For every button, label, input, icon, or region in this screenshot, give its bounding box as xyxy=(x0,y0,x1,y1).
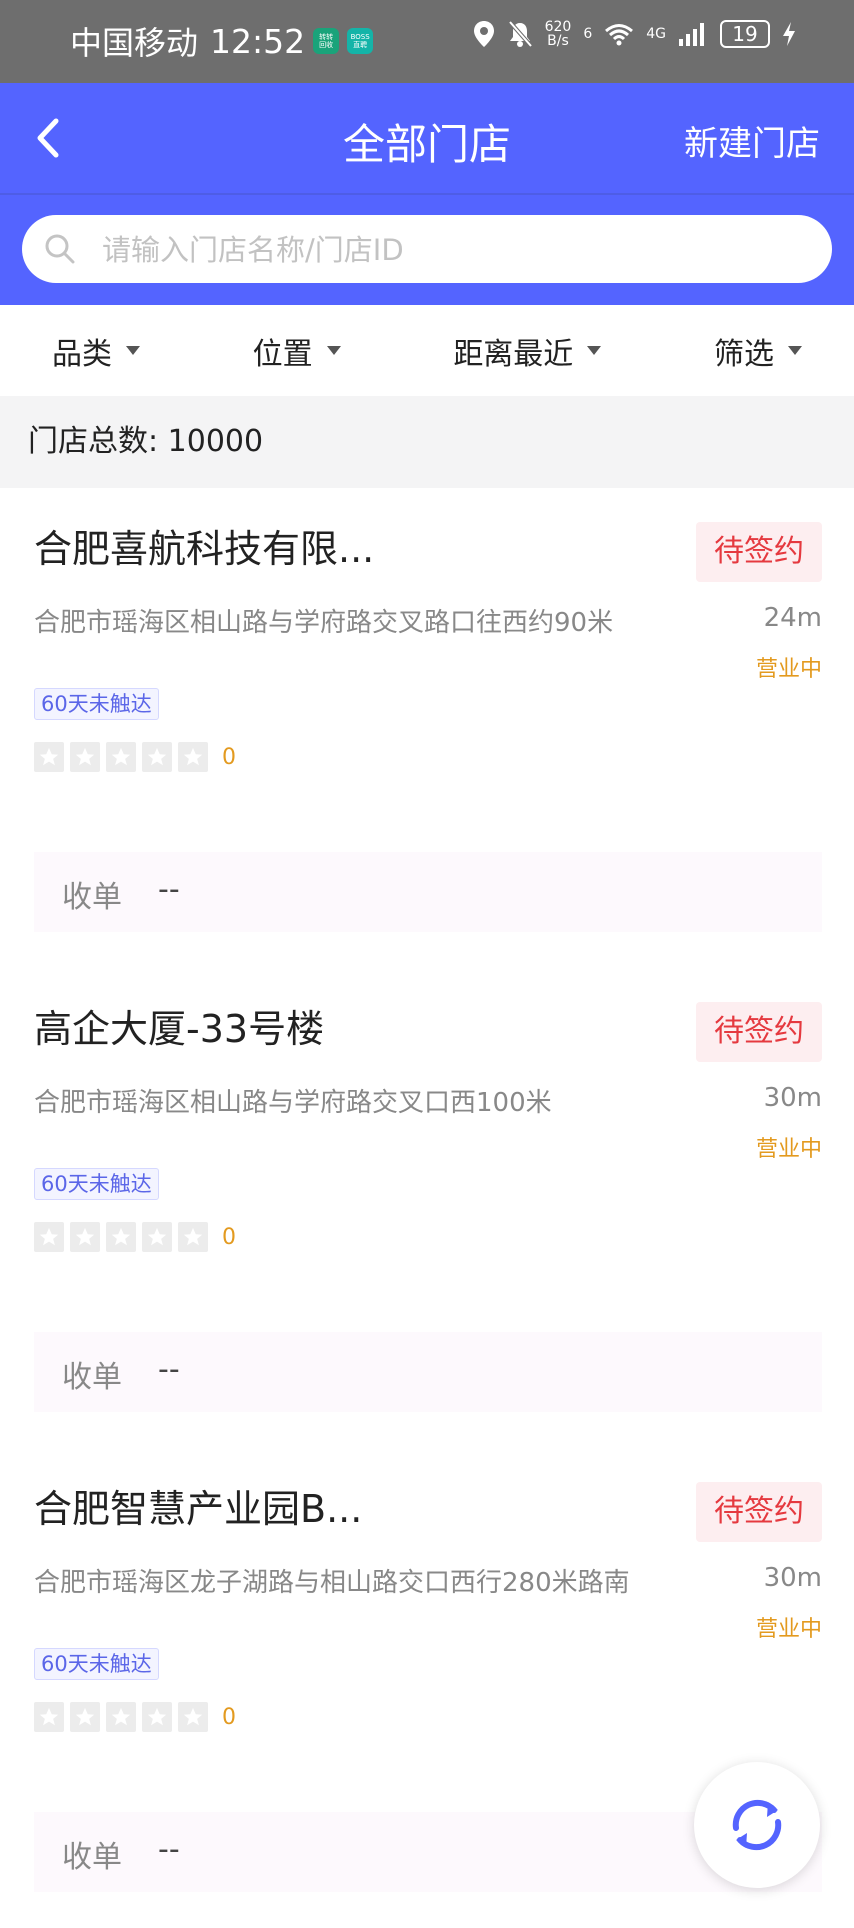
store-total-count: 门店总数: 10000 xyxy=(0,396,854,488)
star-icon xyxy=(142,1702,172,1732)
clock: 12:52 xyxy=(210,21,306,61)
status-bar-left: 中国移动 12:52 转转 回收 BOSS 直聘 xyxy=(70,18,374,64)
star-icon xyxy=(106,1222,136,1252)
network-speed-value: 620 xyxy=(544,19,572,35)
caret-down-icon xyxy=(787,346,802,355)
star-icon xyxy=(70,1702,100,1732)
status-bar-right: 620 B/s 6 4G 19 xyxy=(473,20,796,48)
business-status: 营业中 xyxy=(755,1617,822,1642)
store-address: 合肥市瑶海区相山路与学府路交叉口西100米 xyxy=(34,1088,552,1118)
signal-4g-label: 4G xyxy=(646,26,666,42)
star-rating: 0 xyxy=(34,1702,236,1732)
search-box[interactable] xyxy=(22,215,832,283)
filter-more[interactable]: 筛选 xyxy=(714,329,802,373)
store-card[interactable]: 高企大厦-33号楼 待签约 合肥市瑶海区相山路与学府路交叉口西100米 30m … xyxy=(0,968,854,1448)
untouched-tag: 60天未触达 xyxy=(34,1168,159,1200)
charging-icon xyxy=(783,22,795,46)
filter-category[interactable]: 品类 xyxy=(52,329,140,373)
star-icon xyxy=(34,1222,64,1252)
star-icon xyxy=(142,742,172,772)
star-icon xyxy=(106,1702,136,1732)
status-badge: 待签约 xyxy=(696,522,822,582)
star-icon xyxy=(106,742,136,772)
filter-distance-label: 距离最近 xyxy=(453,336,574,372)
battery-level: 19 xyxy=(732,22,758,46)
filter-distance[interactable]: 距离最近 xyxy=(453,329,602,373)
cell-signal-icon xyxy=(679,23,704,46)
star-icon xyxy=(178,1222,208,1252)
star-icon xyxy=(142,1222,172,1252)
store-distance: 24m xyxy=(763,603,822,633)
order-info: 收单 -- xyxy=(34,1332,822,1412)
star-icon xyxy=(70,742,100,772)
order-label: 收单 xyxy=(62,880,122,915)
refresh-button[interactable] xyxy=(694,1762,820,1888)
mute-bell-icon xyxy=(508,20,533,48)
boss-app-notification-icon: BOSS 直聘 xyxy=(347,28,374,54)
navigation-header: 全部门店 新建门店 xyxy=(0,83,854,195)
order-value: -- xyxy=(158,1832,180,1867)
location-icon xyxy=(473,21,494,47)
status-bar: 中国移动 12:52 转转 回收 BOSS 直聘 620 B/s 6 4G 19 xyxy=(0,0,854,83)
filter-category-label: 品类 xyxy=(52,336,112,372)
filter-bar: 品类 位置 距离最近 筛选 xyxy=(0,305,854,396)
status-badge: 待签约 xyxy=(696,1002,822,1062)
search-bar-container xyxy=(0,195,854,305)
store-address: 合肥市瑶海区相山路与学府路交叉路口往西约90米 xyxy=(34,608,614,638)
network-speed-unit: B/s xyxy=(547,33,569,49)
untouched-tag: 60天未触达 xyxy=(34,688,159,720)
app-badge-label: 转转 回收 xyxy=(319,33,334,49)
star-rating: 0 xyxy=(34,742,236,772)
battery-icon: 19 xyxy=(720,20,770,48)
filter-more-label: 筛选 xyxy=(713,336,774,372)
boss-badge-label: BOSS 直聘 xyxy=(350,33,370,49)
filter-location[interactable]: 位置 xyxy=(253,329,341,373)
store-card[interactable]: 合肥喜航科技有限... 待签约 合肥市瑶海区相山路与学府路交叉路口往西约90米 … xyxy=(0,488,854,968)
search-input[interactable] xyxy=(100,225,804,275)
rating-value: 0 xyxy=(222,1704,236,1730)
star-icon xyxy=(178,1702,208,1732)
store-distance: 30m xyxy=(763,1083,822,1113)
caret-down-icon xyxy=(126,346,140,355)
refresh-icon xyxy=(732,1799,782,1851)
star-rating: 0 xyxy=(34,1222,236,1252)
rating-value: 0 xyxy=(222,744,236,770)
business-status: 营业中 xyxy=(755,1137,822,1162)
carrier-name: 中国移动 xyxy=(70,24,199,62)
caret-down-icon xyxy=(587,346,602,355)
status-badge: 待签约 xyxy=(696,1482,822,1542)
rating-value: 0 xyxy=(222,1224,236,1250)
signal-6-label: 6 xyxy=(583,26,593,42)
star-icon xyxy=(34,742,64,772)
untouched-tag: 60天未触达 xyxy=(34,1648,159,1680)
store-address: 合肥市瑶海区龙子湖路与相山路交口西行280米路南 xyxy=(34,1568,630,1598)
search-icon xyxy=(45,234,75,264)
store-name: 合肥喜航科技有限... xyxy=(34,527,375,571)
new-store-button[interactable]: 新建门店 xyxy=(684,116,820,165)
star-icon xyxy=(70,1222,100,1252)
caret-down-icon xyxy=(326,346,341,355)
store-list: 合肥喜航科技有限... 待签约 合肥市瑶海区相山路与学府路交叉路口往西约90米 … xyxy=(0,488,854,1928)
network-speed: 620 B/s xyxy=(545,20,572,48)
store-distance: 30m xyxy=(763,1563,822,1593)
wifi-icon xyxy=(605,24,634,46)
store-name: 高企大厦-33号楼 xyxy=(34,1007,325,1051)
store-name: 合肥智慧产业园B... xyxy=(34,1487,363,1531)
star-icon xyxy=(178,742,208,772)
order-label: 收单 xyxy=(62,1840,122,1875)
star-icon xyxy=(34,1702,64,1732)
business-status: 营业中 xyxy=(755,657,822,682)
order-label: 收单 xyxy=(62,1360,122,1395)
order-value: -- xyxy=(158,872,180,907)
app-notification-icon: 转转 回收 xyxy=(313,28,340,54)
order-info: 收单 -- xyxy=(34,852,822,932)
filter-location-label: 位置 xyxy=(252,336,313,372)
order-value: -- xyxy=(158,1352,180,1387)
